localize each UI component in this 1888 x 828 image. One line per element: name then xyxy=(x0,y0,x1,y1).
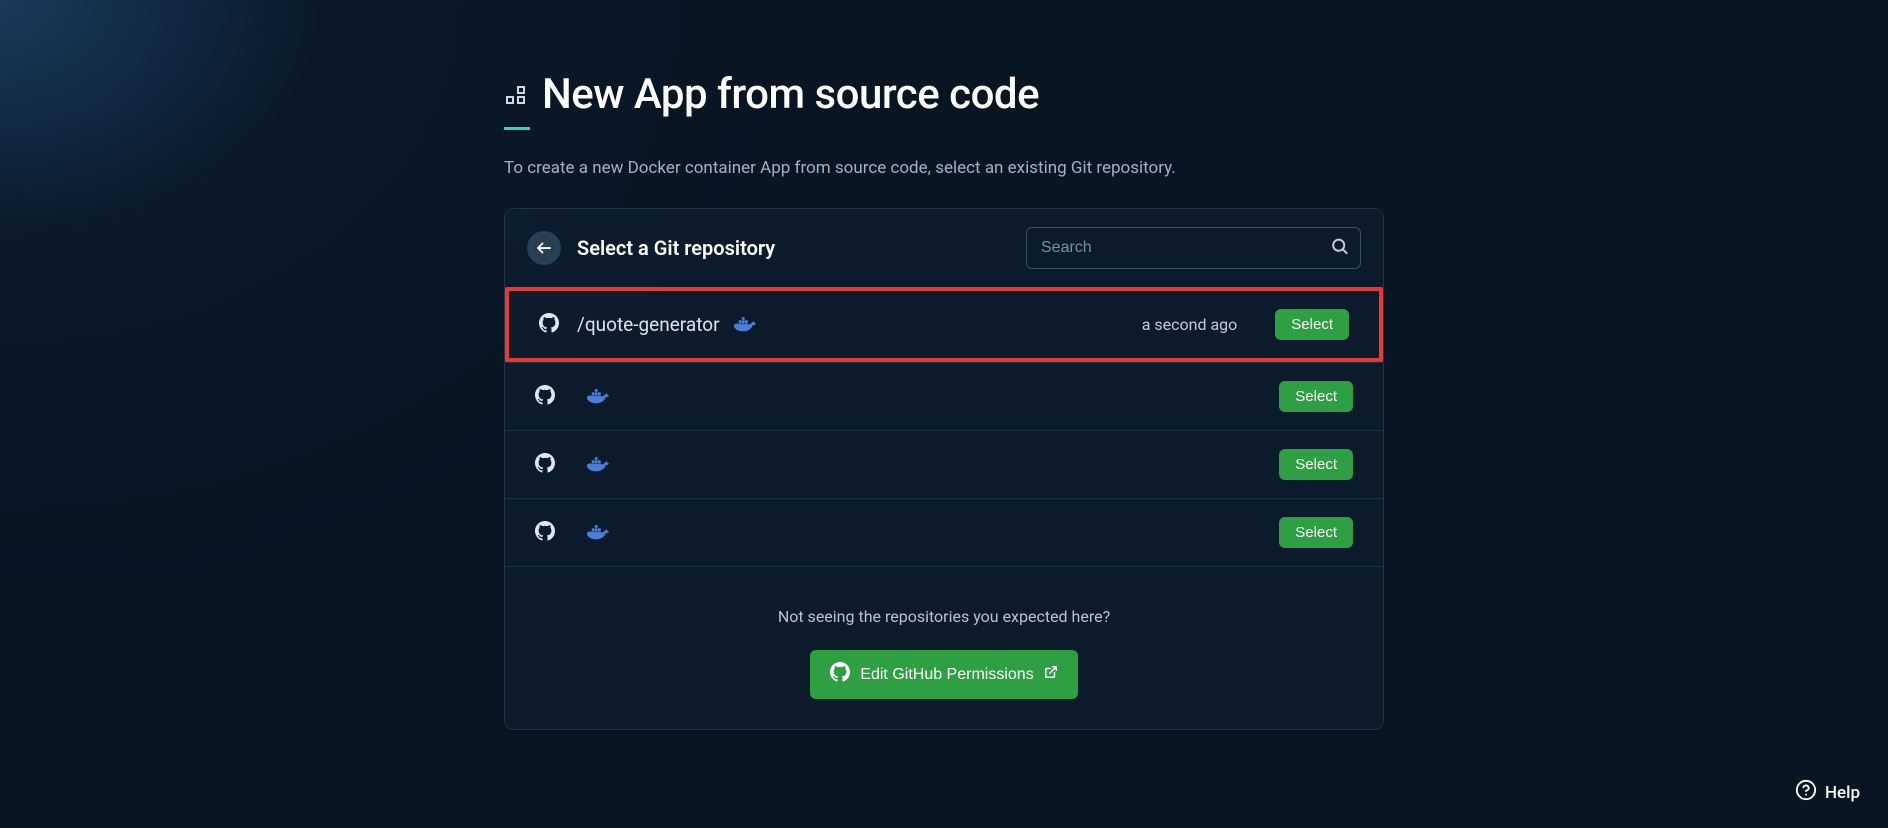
select-button[interactable]: Select xyxy=(1279,449,1353,480)
page-header: New App from source code To create a new… xyxy=(504,70,1384,178)
footer-question: Not seeing the repositories you expected… xyxy=(525,607,1363,626)
repo-row: /quote-generator a second ago Select xyxy=(505,287,1383,362)
repo-panel: Select a Git repository /quote-generator… xyxy=(504,208,1384,730)
repo-row: Select xyxy=(505,362,1383,430)
docker-icon xyxy=(587,457,609,473)
repo-name: /quote-generator xyxy=(577,313,720,336)
title-accent xyxy=(504,127,530,130)
search-input[interactable] xyxy=(1026,227,1361,269)
select-button[interactable]: Select xyxy=(1279,517,1353,548)
help-label: Help xyxy=(1825,783,1860,803)
docker-icon xyxy=(734,317,756,333)
select-button[interactable]: Select xyxy=(1279,381,1353,412)
page-subtitle: To create a new Docker container App fro… xyxy=(504,158,1384,178)
help-icon xyxy=(1795,779,1817,806)
external-link-icon xyxy=(1044,665,1058,684)
help-button[interactable]: Help xyxy=(1795,779,1860,806)
back-button[interactable] xyxy=(527,231,561,265)
docker-icon xyxy=(587,525,609,541)
grid-icon xyxy=(504,83,528,107)
panel-title: Select a Git repository xyxy=(577,236,1010,260)
edit-github-permissions-button[interactable]: Edit GitHub Permissions xyxy=(810,650,1077,699)
github-icon xyxy=(535,521,555,545)
repo-row: Select xyxy=(505,498,1383,566)
github-icon xyxy=(535,453,555,477)
github-icon xyxy=(830,662,850,687)
select-button[interactable]: Select xyxy=(1275,309,1349,340)
github-icon xyxy=(539,313,559,337)
repo-row: Select xyxy=(505,430,1383,498)
repo-time: a second ago xyxy=(1142,315,1238,334)
docker-icon xyxy=(587,389,609,405)
page-title: New App from source code xyxy=(542,70,1039,119)
github-icon xyxy=(535,385,555,409)
edit-permissions-label: Edit GitHub Permissions xyxy=(860,666,1033,684)
